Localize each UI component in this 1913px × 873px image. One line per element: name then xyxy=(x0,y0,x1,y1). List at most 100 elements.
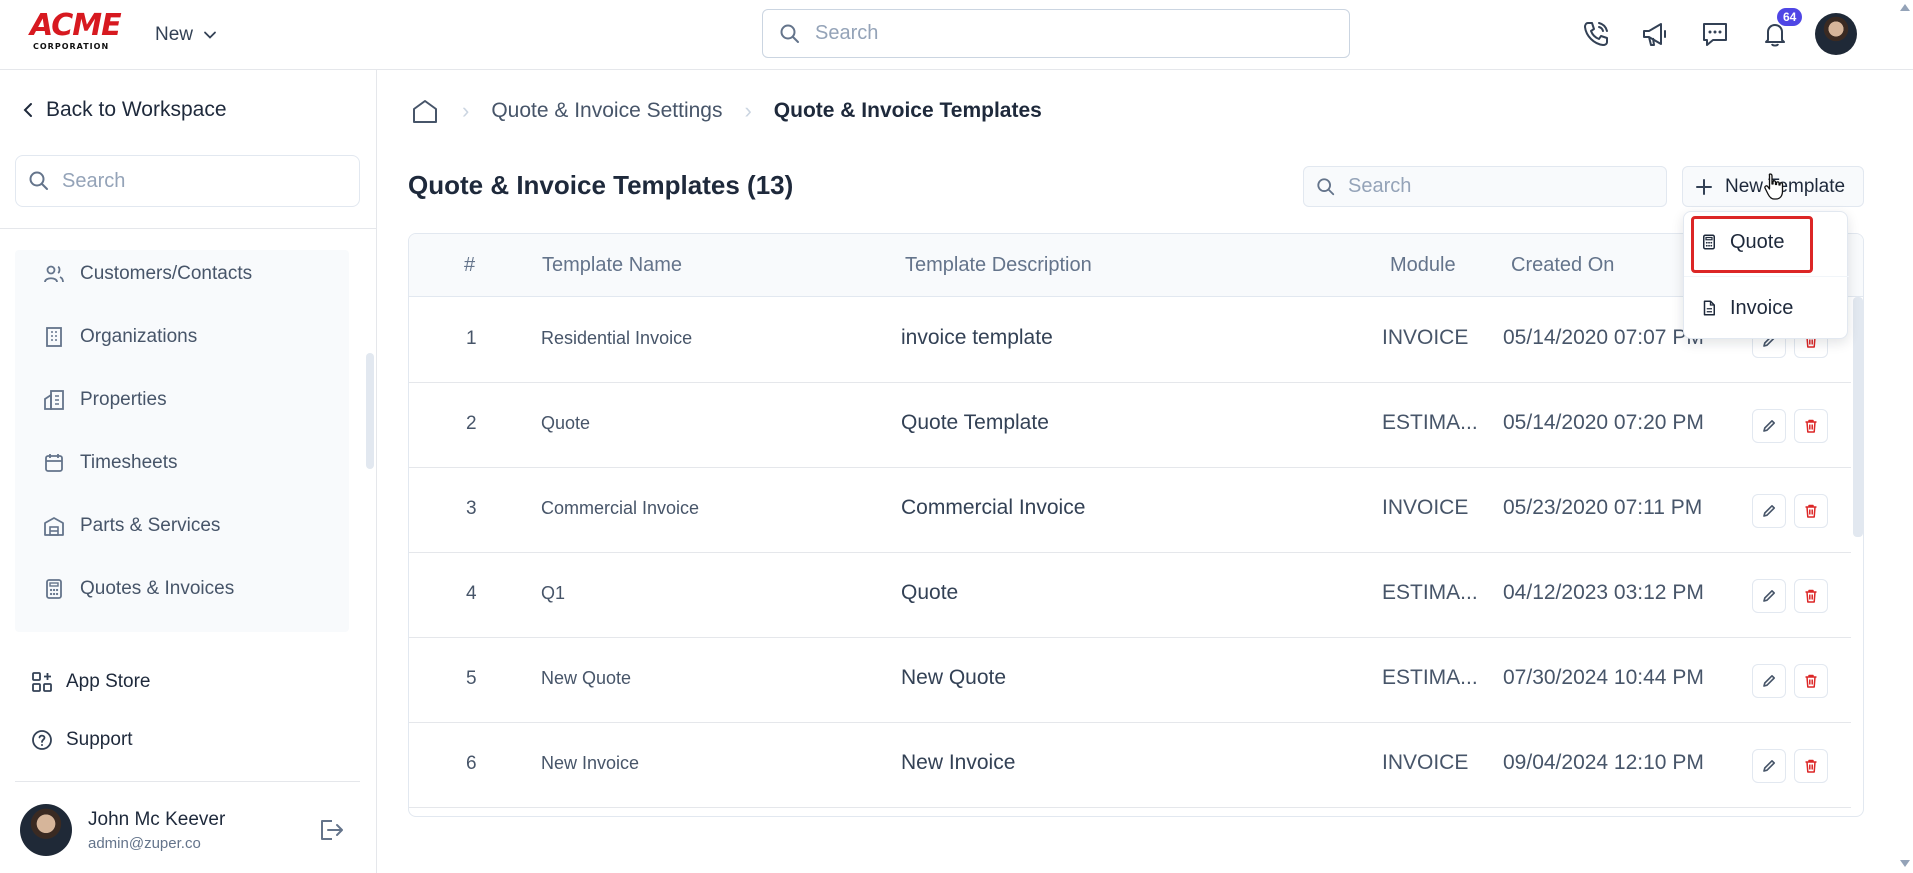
table-row[interactable]: 3 Commercial Invoice Commercial Invoice … xyxy=(409,468,1851,553)
acme-logo[interactable]: ACME CORPORATION xyxy=(30,10,126,52)
trash-icon xyxy=(1805,504,1817,518)
global-search-input[interactable] xyxy=(815,22,1295,45)
building-icon xyxy=(46,327,62,347)
pencil-icon xyxy=(1763,505,1775,517)
sidebar-item-organizations[interactable]: Organizations xyxy=(42,322,197,352)
home-icon[interactable] xyxy=(410,96,440,126)
row-module: INVOICE xyxy=(1382,496,1469,519)
row-index: 2 xyxy=(466,413,477,434)
dropdown-divider xyxy=(1684,276,1849,277)
row-template-description: invoice template xyxy=(901,326,1053,349)
row-created-on: 07/30/2024 10:44 PM xyxy=(1503,666,1704,689)
trash-icon xyxy=(1805,589,1817,603)
edit-button[interactable] xyxy=(1752,409,1786,443)
search-icon xyxy=(1317,177,1335,195)
template-search-input[interactable] xyxy=(1348,175,1648,198)
row-template-description: New Quote xyxy=(901,666,1007,689)
new-menu-button[interactable]: New xyxy=(155,20,217,50)
column-header-module[interactable]: Module xyxy=(1390,254,1456,277)
row-template-name: Quote xyxy=(541,413,591,433)
row-template-description: Commercial Invoice xyxy=(901,496,1086,519)
megaphone-icon[interactable] xyxy=(1637,16,1673,52)
sidebar-item-timesheets[interactable]: Timesheets xyxy=(42,448,178,478)
edit-button[interactable] xyxy=(1752,579,1786,613)
edit-button[interactable] xyxy=(1752,494,1786,528)
hand-cursor-icon xyxy=(1762,172,1786,207)
window-scroll-up-arrow[interactable] xyxy=(1900,4,1910,11)
chevron-left-icon xyxy=(23,103,32,117)
top-bar: ACME CORPORATION New 64 xyxy=(0,0,1913,70)
table-header: # Template Name Template Description Mod… xyxy=(409,234,1863,297)
sidebar-link-support[interactable]: Support xyxy=(30,725,133,755)
help-icon xyxy=(32,730,52,750)
delete-button[interactable] xyxy=(1794,664,1828,698)
back-to-workspace-link[interactable]: Back to Workspace xyxy=(22,98,227,122)
sidebar-item-label: Properties xyxy=(80,389,167,410)
pencil-icon xyxy=(1763,675,1775,687)
delete-button[interactable] xyxy=(1794,494,1828,528)
template-search[interactable] xyxy=(1303,166,1667,207)
table-row[interactable]: 4 Q1 Quote ESTIMA... 04/12/2023 03:12 PM xyxy=(409,553,1851,638)
breadcrumb-settings[interactable]: Quote & Invoice Settings xyxy=(491,99,722,123)
calculator-icon xyxy=(46,579,62,599)
row-template-name: Commercial Invoice xyxy=(541,498,700,518)
row-index: 1 xyxy=(466,328,477,349)
phone-icon[interactable] xyxy=(1578,16,1614,52)
row-index: 6 xyxy=(466,753,477,774)
sidebar-link-app-store[interactable]: App Store xyxy=(30,667,151,697)
table-row[interactable]: 5 New Quote New Quote ESTIMA... 07/30/20… xyxy=(409,638,1851,723)
sidebar-item-customers[interactable]: Customers/Contacts xyxy=(42,259,252,289)
user-profile[interactable]: John Mc Keever admin@zuper.co xyxy=(20,804,225,856)
sidebar-link-label: App Store xyxy=(66,671,151,692)
column-header-name[interactable]: Template Name xyxy=(542,254,682,277)
notification-badge: 64 xyxy=(1777,8,1803,26)
dropdown-item-label: Quote xyxy=(1730,230,1785,253)
user-avatar[interactable] xyxy=(1815,13,1857,55)
bell-icon[interactable]: 64 xyxy=(1757,8,1803,52)
row-index: 4 xyxy=(466,583,477,604)
sidebar-item-properties[interactable]: Properties xyxy=(42,385,167,415)
delete-button[interactable] xyxy=(1794,749,1828,783)
sidebar-scrollbar[interactable] xyxy=(366,353,374,469)
row-created-on: 09/04/2024 12:10 PM xyxy=(1503,751,1704,774)
apps-icon xyxy=(32,672,52,692)
logo-sub: CORPORATION xyxy=(33,42,110,51)
avatar xyxy=(20,804,72,856)
trash-icon xyxy=(1805,759,1817,773)
delete-button[interactable] xyxy=(1794,579,1828,613)
user-name: John Mc Keever xyxy=(88,808,226,830)
row-module: ESTIMA... xyxy=(1382,411,1478,434)
column-header-created-on[interactable]: Created On xyxy=(1511,254,1614,277)
row-index: 3 xyxy=(466,498,477,519)
global-search[interactable] xyxy=(762,9,1350,58)
window-scroll-down-arrow[interactable] xyxy=(1900,860,1910,867)
column-header-description[interactable]: Template Description xyxy=(905,254,1092,277)
logout-icon[interactable] xyxy=(316,815,346,850)
dropdown-item-quote[interactable]: Quote xyxy=(1700,227,1784,257)
breadcrumb-current: Quote & Invoice Templates xyxy=(773,99,1042,122)
chat-icon[interactable] xyxy=(1697,16,1733,52)
sidebar-search-input[interactable] xyxy=(62,169,342,193)
table-row[interactable]: 6 New Invoice New Invoice INVOICE 09/04/… xyxy=(409,723,1851,808)
search-icon xyxy=(29,171,48,190)
table-row[interactable]: 2 Quote Quote Template ESTIMA... 05/14/2… xyxy=(409,383,1851,468)
calendar-icon xyxy=(45,454,63,472)
row-module: INVOICE xyxy=(1382,326,1469,349)
table-scrollbar[interactable] xyxy=(1853,297,1863,537)
edit-button[interactable] xyxy=(1752,664,1786,698)
warehouse-icon xyxy=(44,517,64,536)
chevron-right-icon: › xyxy=(744,98,752,123)
plus-icon xyxy=(1696,178,1712,195)
table-row[interactable]: 1 Residential Invoice invoice template I… xyxy=(409,298,1851,383)
delete-button[interactable] xyxy=(1794,409,1828,443)
dropdown-item-invoice[interactable]: Invoice xyxy=(1700,293,1793,323)
search-icon xyxy=(780,24,799,43)
sidebar-divider xyxy=(0,228,377,229)
row-template-description: Quote xyxy=(901,581,959,604)
sidebar-item-quotes-invoices[interactable]: Quotes & Invoices xyxy=(42,574,234,604)
column-header-index: # xyxy=(464,254,476,276)
templates-table: # Template Name Template Description Mod… xyxy=(408,233,1864,817)
sidebar-search[interactable] xyxy=(15,155,360,207)
sidebar-item-parts-services[interactable]: Parts & Services xyxy=(42,511,220,541)
edit-button[interactable] xyxy=(1752,749,1786,783)
